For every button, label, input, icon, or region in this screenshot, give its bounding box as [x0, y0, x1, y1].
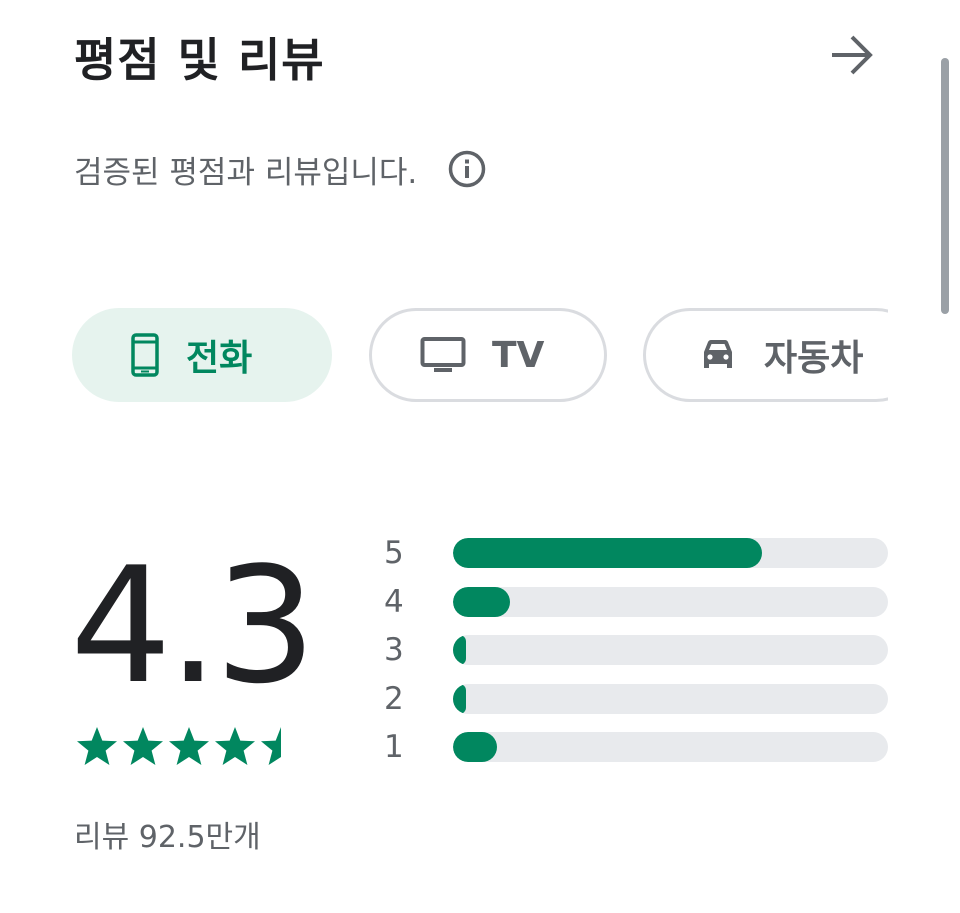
rating-bar-row: 2 — [384, 682, 888, 731]
info-button[interactable] — [447, 149, 487, 189]
chip-phone-label: 전화 — [186, 338, 253, 379]
rating-bar-row: 3 — [384, 633, 888, 682]
rating-bar-row: 1 — [384, 730, 888, 779]
rating-bar-track — [453, 732, 888, 762]
rating-bar-fill — [453, 586, 510, 617]
rating-bar-label: 1 — [384, 729, 404, 765]
verified-note-text: 검증된 평점과 리뷰입니다. — [74, 154, 418, 191]
rating-bar-label: 2 — [384, 680, 404, 717]
chip-phone[interactable]: 전화 — [72, 308, 332, 402]
rating-bar-label: 5 — [384, 535, 404, 571]
star-full-icon — [215, 727, 255, 765]
rating-distribution: 5 4 3 2 1 — [384, 536, 888, 779]
rating-bar-fill — [453, 635, 467, 665]
chip-car-label: 자동차 — [764, 338, 864, 379]
star-full-icon — [77, 727, 117, 765]
info-icon — [449, 150, 486, 188]
rating-bar-fill — [453, 732, 497, 762]
rating-bar-row: 5 — [384, 536, 888, 585]
average-rating: 4.3 — [70, 532, 316, 719]
rating-bar-track — [453, 538, 888, 568]
rating-bar-track — [453, 586, 888, 617]
arrow-right-icon — [832, 35, 873, 75]
star-full-icon — [123, 727, 163, 765]
review-count: 리뷰 92.5만개 — [74, 820, 261, 855]
chip-tv[interactable]: TV — [369, 308, 607, 402]
rating-bar-track — [453, 683, 888, 714]
rating-bar-track — [453, 635, 888, 665]
rating-bar-label: 4 — [384, 583, 404, 620]
device-filter-chips: 전화 TV 자동차 — [72, 308, 888, 404]
section-title: 평점 및 리뷰 — [74, 33, 325, 87]
scrollbar[interactable] — [941, 58, 949, 314]
see-all-button[interactable] — [826, 32, 878, 78]
rating-bar-fill — [453, 683, 467, 714]
star-full-icon — [169, 727, 209, 765]
phone-icon — [131, 333, 159, 377]
star-rating — [74, 724, 304, 770]
chip-tv-label: TV — [492, 334, 545, 376]
rating-bar-label: 3 — [384, 632, 404, 668]
ratings-reviews-section: 평점 및 리뷰 검증된 평점과 리뷰입니다. 전화 TV 자동차 4.3 리뷰 … — [0, 0, 960, 913]
chip-car[interactable]: 자동차 — [643, 308, 888, 402]
verified-note: 검증된 평점과 리뷰입니다. — [74, 146, 487, 192]
car-icon — [704, 340, 732, 368]
tv-icon — [420, 337, 466, 372]
rating-bar-row: 4 — [384, 585, 888, 634]
star-half-icon — [261, 727, 301, 765]
rating-bar-fill — [453, 538, 762, 568]
